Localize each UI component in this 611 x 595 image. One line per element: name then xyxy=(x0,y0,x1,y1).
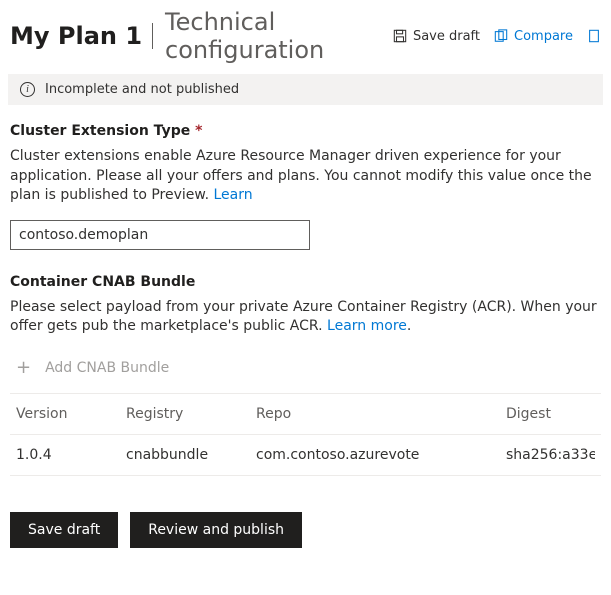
compare-icon xyxy=(494,29,508,43)
footer-actions: Save draft Review and publish xyxy=(0,476,611,568)
plan-name: My Plan 1 xyxy=(10,22,142,50)
status-message: Incomplete and not published xyxy=(45,82,239,97)
compare-label: Compare xyxy=(514,29,573,44)
compare-button[interactable]: Compare xyxy=(494,29,573,44)
save-icon xyxy=(393,29,407,43)
content: Cluster Extension Type * Cluster extensi… xyxy=(0,105,611,476)
status-banner: i Incomplete and not published xyxy=(8,74,603,105)
extension-type-help: Cluster extensions enable Azure Resource… xyxy=(10,147,601,206)
header-divider xyxy=(152,23,153,49)
review-publish-button[interactable]: Review and publish xyxy=(130,512,302,548)
cnab-bundle-label: Container CNAB Bundle xyxy=(10,274,601,290)
plus-icon: + xyxy=(16,359,31,377)
cell-registry: cnabbundle xyxy=(126,447,256,463)
table-row[interactable]: 1.0.4 cnabbundle com.contoso.azurevote s… xyxy=(10,435,601,476)
col-registry: Registry xyxy=(126,406,256,422)
cnab-help: Please select payload from your private … xyxy=(10,298,601,337)
add-cnab-bundle-button[interactable]: + Add CNAB Bundle xyxy=(10,351,601,393)
col-version: Version xyxy=(16,406,126,422)
extension-type-input[interactable] xyxy=(10,220,310,250)
col-digest: Digest xyxy=(506,406,595,422)
page-header: My Plan 1 Technical configuration Save d… xyxy=(0,0,611,68)
col-repo: Repo xyxy=(256,406,506,422)
save-draft-top-button[interactable]: Save draft xyxy=(393,29,480,44)
page-title: Technical configuration xyxy=(165,8,387,64)
cell-digest: sha256:a33e710 xyxy=(506,447,595,463)
extension-learn-more-link[interactable]: Learn xyxy=(213,187,252,203)
required-indicator: * xyxy=(195,123,202,139)
cnab-learn-more-link[interactable]: Learn more xyxy=(327,318,407,334)
cell-repo: com.contoso.azurevote xyxy=(256,447,506,463)
save-draft-top-label: Save draft xyxy=(413,29,480,44)
add-cnab-bundle-label: Add CNAB Bundle xyxy=(45,360,169,376)
extension-type-label: Cluster Extension Type * xyxy=(10,123,601,139)
info-icon: i xyxy=(20,82,35,97)
page-icon xyxy=(587,29,601,43)
cnab-table: Version Registry Repo Digest 1.0.4 cnabb… xyxy=(10,393,601,476)
cell-version: 1.0.4 xyxy=(16,447,126,463)
top-actions: Save draft Compare xyxy=(393,29,601,44)
table-header-row: Version Registry Repo Digest xyxy=(10,394,601,435)
truncated-action[interactable] xyxy=(587,29,601,43)
save-draft-button[interactable]: Save draft xyxy=(10,512,118,548)
